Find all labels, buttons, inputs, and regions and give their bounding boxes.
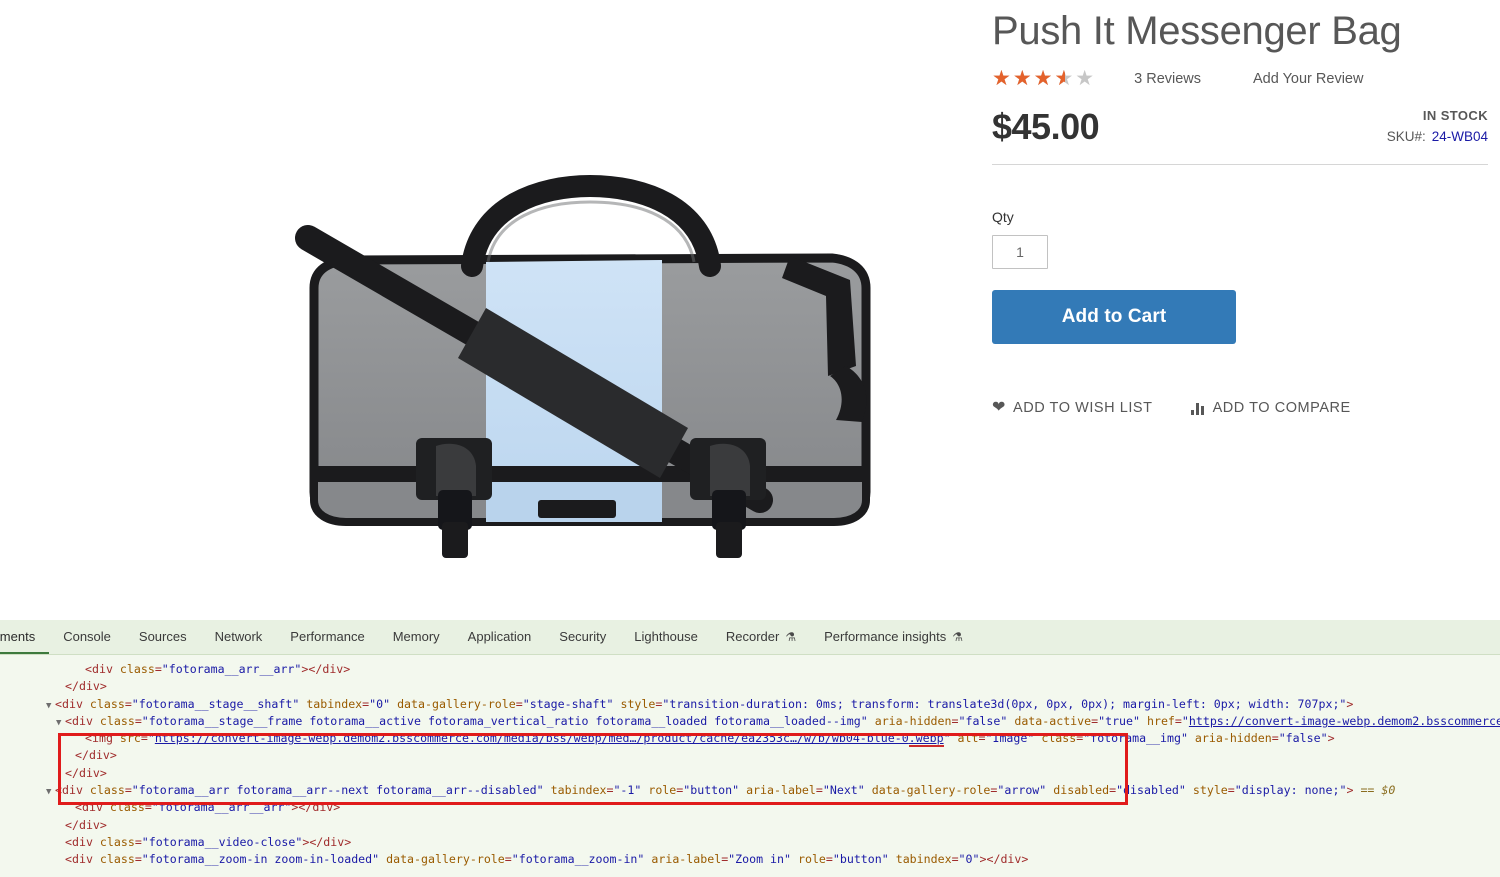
tab-label: Recorder (725, 629, 780, 644)
add-to-compare-label: ADD TO COMPARE (1212, 400, 1351, 416)
reviews-label: Reviews (1146, 71, 1202, 87)
add-your-review-link[interactable]: Add Your Review (1253, 71, 1363, 87)
page-title: Push It Messenger Bag (992, 9, 1402, 53)
dom-line[interactable]: <div class="fotorama__video-close"></div… (0, 834, 1500, 851)
star-rating[interactable]: ★★★★★ ★★★★★ (992, 68, 1096, 90)
tab-label: Memory (392, 629, 440, 644)
dom-line-list: <div class="fotorama__arr__arr"></div> </… (0, 661, 1500, 869)
sku-value: 24-WB04 (1431, 129, 1488, 144)
qty-label: Qty (992, 209, 1014, 225)
product-sku: SKU#: 24-WB04 (1387, 129, 1488, 144)
dom-line[interactable]: </div> (0, 817, 1500, 834)
tab-label: Console (63, 629, 111, 644)
tab-performance[interactable]: Performance (276, 620, 378, 654)
dom-line[interactable]: </div> (0, 747, 1500, 764)
tab-label: Lighthouse (634, 629, 698, 644)
tab-performance-insights[interactable]: Performance insights ⚗ (810, 620, 977, 654)
product-gallery[interactable] (0, 0, 980, 620)
tab-label: Security (559, 629, 607, 644)
quantity-stepper[interactable] (992, 235, 1048, 269)
tab-console[interactable]: Console (49, 620, 125, 654)
dom-line[interactable]: </div> (0, 678, 1500, 695)
product-price: $45.00 (992, 106, 1100, 147)
add-to-wishlist-label: ADD TO WISH LIST (1012, 400, 1153, 416)
messenger-bag-illustration (295, 174, 871, 558)
reviews-link[interactable]: 3 Reviews (1134, 71, 1201, 87)
dom-line[interactable]: ▼ <div class="fotorama__stage__shaft" tab… (0, 696, 1500, 713)
tab-recorder[interactable]: Recorder ⚗ (712, 620, 810, 654)
devtools-tab-list: Elements Console Sources Network Performance… (0, 620, 1500, 654)
dom-line[interactable]: <div class="fotorama__arr__arr"></div> (0, 799, 1500, 816)
rating-summary-row: ★★★★★ ★★★★★ 3Reviews Add Your Review (992, 68, 1488, 90)
tab-label: Sources (138, 629, 187, 644)
price-row: $45.00 IN STOCK SKU#: 24-WB04 (992, 104, 1488, 160)
sku-label: SKU#: (1386, 129, 1426, 144)
devtools-panel: Elements Console Sources Network Performance… (0, 620, 1500, 877)
expand-triangle-icon[interactable]: ▼ (46, 784, 55, 801)
tab-memory[interactable]: Memory (379, 620, 454, 654)
dom-line[interactable]: ▼ <div class="fotorama__stage__frame foto… (0, 713, 1500, 730)
expand-triangle-icon[interactable]: ▼ (56, 715, 65, 732)
tab-label: Performance insights (824, 629, 947, 644)
page-root: Push It Messenger Bag ★★★★★ ★★★★★ 3Revie… (0, 0, 1500, 877)
tab-elements[interactable]: Elements (0, 620, 50, 654)
divider (992, 164, 1488, 165)
tab-network[interactable]: Network (201, 620, 277, 654)
tab-lighthouse[interactable]: Lighthouse (620, 620, 712, 654)
tab-label: Network (214, 629, 263, 644)
tab-sources[interactable]: Sources (125, 620, 201, 654)
product-info-main: Push It Messenger Bag ★★★★★ ★★★★★ 3Revie… (992, 0, 1488, 620)
dom-line[interactable]: <img src="https://convert-image-webp.dem… (0, 730, 1500, 748)
tab-label: Performance (290, 629, 365, 644)
product-social-links: ❤ ADD TO WISH LIST ADD TO COMPARE (992, 399, 1488, 417)
expand-triangle-icon[interactable]: ▼ (46, 698, 55, 715)
flask-experimental-icon: ⚗ (785, 630, 797, 644)
devtools-tab-bar: Elements Console Sources Network Performance… (0, 620, 1500, 655)
add-to-compare-link[interactable]: ADD TO COMPARE (1190, 400, 1351, 416)
product-image-messenger-bag[interactable] (290, 170, 890, 570)
dom-line[interactable]: </div> (0, 765, 1500, 782)
star-rating-filled: ★★★★★ (992, 68, 1065, 89)
heart-icon: ❤ (992, 399, 1006, 416)
compare-bars-icon (1190, 402, 1205, 415)
tab-security[interactable]: Security (545, 620, 620, 654)
dom-line[interactable]: <div class="fotorama__arr__arr"></div> (0, 661, 1500, 678)
tab-label: Elements (0, 629, 36, 644)
product-detail-area: Push It Messenger Bag ★★★★★ ★★★★★ 3Revie… (0, 0, 1500, 620)
elements-dom-tree[interactable]: <div class="fotorama__arr__arr"></div> </… (0, 655, 1500, 877)
dom-line[interactable]: ▼ <div class="fotorama__arr fotorama__arr… (0, 782, 1500, 799)
add-to-cart-button[interactable]: Add to Cart (992, 290, 1236, 344)
stock-and-sku: IN STOCK SKU#: 24-WB04 (1387, 108, 1488, 144)
tab-label: Application (467, 629, 532, 644)
dom-line[interactable]: <div class="fotorama__zoom-in zoom-in-lo… (0, 851, 1500, 868)
tab-application[interactable]: Application (454, 620, 546, 654)
status-badge: IN STOCK (1422, 108, 1488, 123)
reviews-count: 3 (1134, 71, 1143, 87)
flask-experimental-icon: ⚗ (952, 630, 963, 644)
add-to-wishlist-link[interactable]: ❤ ADD TO WISH LIST (992, 399, 1153, 417)
